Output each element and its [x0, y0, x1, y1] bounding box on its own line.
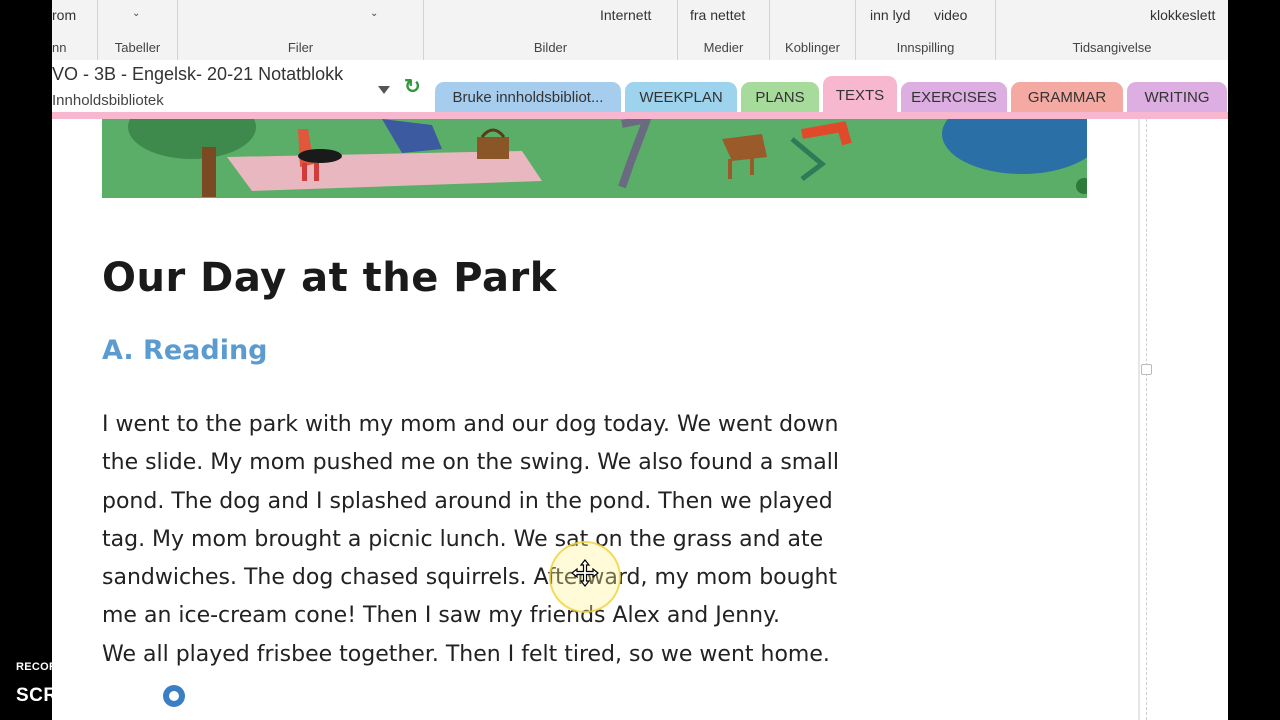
move-cursor-icon: [571, 559, 599, 587]
tab-label: WEEKPLAN: [639, 88, 723, 106]
text-line[interactable]: sandwiches. The dog chased squirrels. Af…: [102, 559, 902, 597]
text-line[interactable]: We all played frisbee together. Then I f…: [102, 636, 902, 674]
online-pictures-button[interactable]: Internett: [600, 7, 651, 23]
section-color-bar: [52, 112, 1228, 119]
screencast-logo-icon: [157, 680, 190, 712]
tab-writing[interactable]: WRITING: [1127, 82, 1227, 112]
online-video-button[interactable]: fra nettet: [690, 7, 745, 23]
ribbon-group-label: Bilder: [533, 40, 568, 55]
section-heading[interactable]: A. Reading: [102, 335, 268, 366]
tab-exercises[interactable]: EXERCISES: [901, 82, 1007, 112]
tab-label: TEXTS: [835, 86, 885, 104]
ribbon-group-label: nn: [52, 40, 67, 55]
section-name[interactable]: Innholdsbibliotek: [52, 92, 164, 109]
text-line[interactable]: pond. The dog and I splashed around in t…: [102, 483, 902, 521]
page-canvas[interactable]: Our Day at the Park A. Reading I went to…: [52, 119, 1138, 720]
page-title[interactable]: Our Day at the Park: [102, 255, 557, 301]
text-line[interactable]: me an ice-cream cone! Then I saw my frie…: [102, 597, 902, 635]
tab-plans[interactable]: PLANS: [741, 82, 819, 112]
ribbon-group-label: Innspilling: [896, 40, 955, 55]
ribbon-group-partial: rom nn: [52, 0, 98, 60]
notebook-title[interactable]: VO - 3B - Engelsk- 20-21 Notatblokk: [52, 64, 343, 85]
ribbon-group-tidsangivelse: klokkeslett Tidsangivelse: [996, 0, 1228, 60]
text-line[interactable]: tag. My mom brought a picnic lunch. We s…: [102, 521, 902, 559]
ribbon-group-label: Medier: [703, 40, 744, 55]
ribbon-group-koblinger: Koblinger: [770, 0, 856, 60]
ribbon: rom nn ⌄ Tabeller ⌄ Filer Internett Bild…: [52, 0, 1228, 61]
tab-label: PLANS: [755, 88, 805, 106]
tab-bruke-innholdsbibliotek[interactable]: Bruke innholdsbibliot...: [435, 82, 621, 112]
ribbon-group-tabeller: ⌄ Tabeller: [98, 0, 178, 60]
reading-text[interactable]: I went to the park with my mom and our d…: [102, 406, 902, 674]
screencast-matic-watermark: SCREENCAST MATIC: [16, 680, 257, 712]
watermark-right: MATIC: [195, 685, 258, 706]
page-guide: [1146, 119, 1147, 720]
tab-grammar[interactable]: GRAMMAR: [1011, 82, 1123, 112]
onenote-window: rom nn ⌄ Tabeller ⌄ Filer Internett Bild…: [52, 0, 1228, 720]
notebook-dropdown-icon[interactable]: [378, 86, 390, 94]
text-line[interactable]: I went to the park with my mom and our d…: [102, 406, 902, 444]
ribbon-group-innspilling: inn lyd video Innspilling: [856, 0, 996, 60]
watermark-recorded-with: RECORDED WITH: [16, 661, 115, 673]
watermark-left: SCREENCAST: [16, 685, 152, 706]
resize-handle[interactable]: [1141, 364, 1152, 375]
ribbon-group-label: Tabeller: [114, 40, 161, 55]
ribbon-group-label: Filer: [287, 40, 314, 55]
park-illustration-banner: [102, 119, 1087, 198]
ribbon-group-label: Koblinger: [785, 40, 840, 55]
page-divider: [1138, 119, 1140, 720]
tab-label: Bruke innholdsbibliot...: [452, 88, 604, 106]
time-button[interactable]: klokkeslett: [1150, 7, 1215, 23]
ribbon-group-medier: fra nettet Medier: [678, 0, 770, 60]
tab-label: EXERCISES: [911, 88, 997, 106]
tab-texts[interactable]: TEXTS: [823, 76, 897, 114]
tab-weekplan[interactable]: WEEKPLAN: [625, 82, 737, 112]
ribbon-group-bilder: Internett Bilder: [424, 0, 678, 60]
record-audio-button[interactable]: inn lyd: [870, 7, 910, 23]
chevron-down-icon[interactable]: ⌄: [132, 8, 140, 19]
tab-label: WRITING: [1144, 88, 1210, 106]
ribbon-group-filer: ⌄ Filer: [178, 0, 424, 60]
ribbon-item-rom[interactable]: rom: [52, 7, 76, 23]
record-video-button[interactable]: video: [934, 7, 967, 23]
ribbon-group-label: Tidsangivelse: [1072, 40, 1152, 55]
sync-icon[interactable]: ↻: [404, 74, 421, 99]
tab-label: GRAMMAR: [1027, 88, 1107, 106]
chevron-down-icon[interactable]: ⌄: [370, 8, 378, 19]
text-line[interactable]: the slide. My mom pushed me on the swing…: [102, 444, 902, 482]
